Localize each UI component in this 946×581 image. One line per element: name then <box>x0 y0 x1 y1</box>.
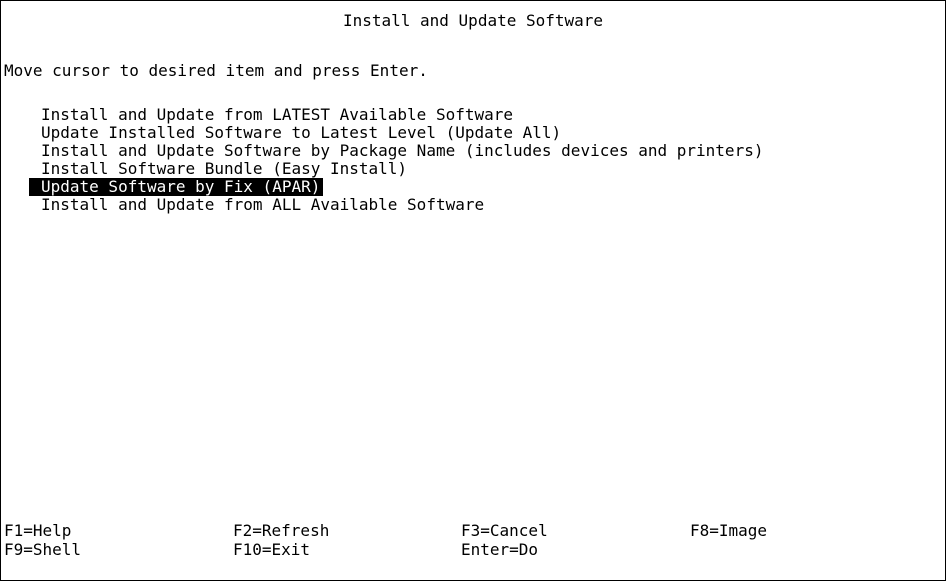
f10-exit-key[interactable]: F10=Exit <box>233 541 461 559</box>
menu-item-install-software-bundle[interactable]: Install Software Bundle (Easy Install) <box>29 160 766 178</box>
menu-item-update-by-fix-apar[interactable]: Update Software by Fix (APAR) <box>29 178 324 196</box>
function-key-row: F1=Help F2=Refresh F3=Cancel F8=Image <box>4 522 890 541</box>
menu-item-row: Update Software by Fix (APAR) <box>29 178 766 196</box>
menu-item-install-update-all-available[interactable]: Install and Update from ALL Available So… <box>29 196 766 214</box>
enter-do-key[interactable]: Enter=Do <box>461 541 690 559</box>
function-key-row: F9=Shell F10=Exit Enter=Do <box>4 541 890 560</box>
screen-title: Install and Update Software <box>342 11 604 30</box>
f2-refresh-key[interactable]: F2=Refresh <box>233 522 461 540</box>
smit-screen: Install and Update Software Move cursor … <box>0 0 946 581</box>
menu-item-update-all[interactable]: Update Installed Software to Latest Leve… <box>29 124 766 142</box>
menu-item-row: Update Installed Software to Latest Leve… <box>29 124 766 142</box>
f3-cancel-key[interactable]: F3=Cancel <box>461 522 690 540</box>
menu-item-row: Install Software Bundle (Easy Install) <box>29 160 766 178</box>
menu-item-install-update-latest[interactable]: Install and Update from LATEST Available… <box>29 106 766 124</box>
instruction-text: Move cursor to desired item and press En… <box>4 61 428 80</box>
f8-image-key[interactable]: F8=Image <box>690 522 890 540</box>
menu-item-update-by-package-name[interactable]: Install and Update Software by Package N… <box>29 142 766 160</box>
f9-shell-key[interactable]: F9=Shell <box>4 541 233 559</box>
f1-help-key[interactable]: F1=Help <box>4 522 233 540</box>
menu-item-row: Install and Update from ALL Available So… <box>29 196 766 214</box>
menu-item-row: Install and Update from LATEST Available… <box>29 106 766 124</box>
function-key-bar: F1=Help F2=Refresh F3=Cancel F8=Image F9=Sh… <box>4 522 890 560</box>
menu-list: Install and Update from LATEST Available… <box>29 106 766 214</box>
menu-item-row: Install and Update Software by Package N… <box>29 142 766 160</box>
